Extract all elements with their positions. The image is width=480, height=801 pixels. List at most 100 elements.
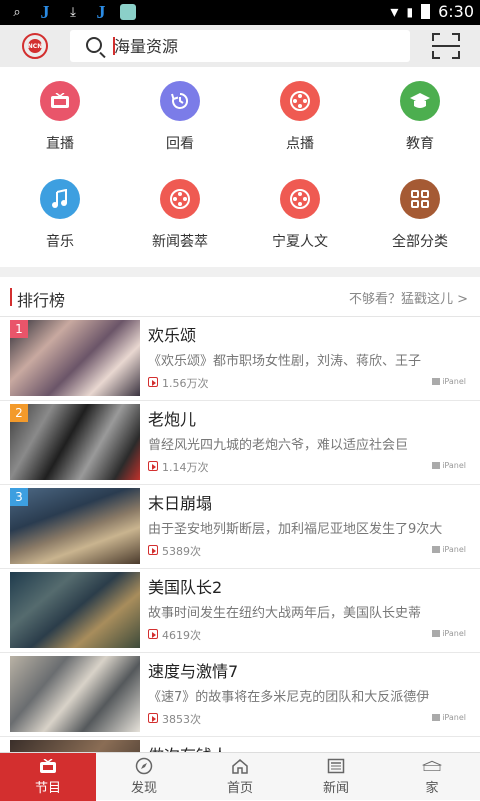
clock: 6:30 xyxy=(438,2,474,21)
scan-corner xyxy=(452,33,460,41)
scan-line xyxy=(432,45,460,47)
ipanel-icon xyxy=(432,378,441,385)
item-description: 《速7》的故事将在多米尼克的团队和大反派德伊 xyxy=(148,690,430,705)
list-item[interactable]: 速度与激情7 《速7》的故事将在多米尼克的团队和大反派德伊 3853次 iPan… xyxy=(0,653,480,737)
category-live[interactable]: 直播 xyxy=(0,81,120,153)
category-label: 音乐 xyxy=(46,234,74,250)
film-reel-icon xyxy=(280,81,320,121)
item-description: 故事时间发生在纽约大战两年后，美国队长史蒂 xyxy=(148,606,422,621)
grid-icon xyxy=(400,179,440,219)
more-link[interactable]: 不够看？猛戳这儿 > xyxy=(349,288,468,307)
poster-thumbnail: 2 xyxy=(10,404,140,480)
view-count: 3853次 xyxy=(162,713,201,726)
category-label: 点播 xyxy=(286,136,314,152)
rank-badge: 1 xyxy=(10,320,28,338)
tab-programs[interactable]: 节目 xyxy=(0,753,96,801)
play-count-icon xyxy=(148,377,158,387)
rank-badge: 2 xyxy=(10,404,28,422)
tab-label: 首页 xyxy=(226,781,253,796)
item-title: 做次有钱人 xyxy=(148,742,228,752)
section-divider xyxy=(0,267,480,277)
category-label: 宁夏人文 xyxy=(272,234,328,250)
ranking-header: 排行榜 不够看？猛戳这儿 > xyxy=(0,277,480,317)
search-icon: ⌕ xyxy=(13,4,21,20)
view-count: 1.14万次 xyxy=(162,461,209,474)
scan-qr-button[interactable] xyxy=(432,33,460,59)
search-icon xyxy=(86,37,102,53)
category-ningxia[interactable]: 宁夏人文 xyxy=(240,179,360,251)
logo-mark: NCN xyxy=(28,39,42,53)
source-label: iPanel xyxy=(442,545,466,554)
search-input[interactable] xyxy=(114,34,394,58)
source-tag: iPanel xyxy=(432,713,466,722)
source-label: iPanel xyxy=(442,461,466,470)
category-grid: 直播 回看 点播 教育 音乐 新闻荟萃 宁夏人文 全部分类 xyxy=(0,67,480,267)
category-label: 直播 xyxy=(46,136,74,152)
tv-icon xyxy=(40,81,80,121)
ipanel-icon xyxy=(432,714,441,721)
source-tag: iPanel xyxy=(432,461,466,470)
poster-thumbnail xyxy=(10,740,140,752)
film-reel-icon xyxy=(160,179,200,219)
rank-badge: 3 xyxy=(10,488,28,506)
poster-thumbnail: 3 xyxy=(10,488,140,564)
search-box[interactable] xyxy=(70,30,410,62)
category-vod[interactable]: 点播 xyxy=(240,81,360,153)
tab-label: 发现 xyxy=(130,781,157,796)
category-label: 回看 xyxy=(166,136,194,152)
item-title: 速度与激情7 xyxy=(148,662,239,681)
bottom-tab-bar: 节目 发现 首页 新闻 家 xyxy=(0,752,480,801)
poster-thumbnail: 1 xyxy=(10,320,140,396)
category-replay[interactable]: 回看 xyxy=(120,81,240,153)
play-count-icon xyxy=(148,713,158,723)
item-title: 美国队长2 xyxy=(148,578,223,597)
tv-icon xyxy=(38,758,58,774)
tab-family[interactable]: 家 xyxy=(384,753,480,801)
ncn-logo[interactable]: NCN xyxy=(22,33,48,59)
replay-icon xyxy=(160,81,200,121)
poster-thumbnail xyxy=(10,656,140,732)
ranking-title: 排行榜 xyxy=(17,291,66,310)
section-accent-bar xyxy=(10,288,12,306)
category-education[interactable]: 教育 xyxy=(360,81,480,153)
category-label: 全部分类 xyxy=(392,234,448,250)
play-count-icon xyxy=(148,629,158,639)
category-label: 新闻荟萃 xyxy=(152,234,208,250)
graduation-cap-icon xyxy=(400,81,440,121)
wifi-icon: ▾ xyxy=(390,2,399,21)
tab-label: 新闻 xyxy=(322,781,349,796)
app-j-icon: J xyxy=(96,1,106,22)
item-title: 欢乐颂 xyxy=(148,326,197,345)
play-count-icon xyxy=(148,545,158,555)
film-reel-icon xyxy=(280,179,320,219)
news-icon xyxy=(326,758,346,774)
item-title: 末日崩塌 xyxy=(148,494,213,513)
list-item[interactable]: 美国队长2 故事时间发生在纽约大战两年后，美国队长史蒂 4619次 iPanel xyxy=(0,569,480,653)
item-description: 《欢乐颂》都市职场女性剧，刘涛、蒋欣、王子 xyxy=(148,354,422,369)
ipanel-icon xyxy=(432,546,441,553)
tab-news[interactable]: 新闻 xyxy=(288,753,384,801)
view-count: 4619次 xyxy=(162,629,201,642)
music-note-icon xyxy=(40,179,80,219)
source-label: iPanel xyxy=(442,629,466,638)
source-label: iPanel xyxy=(442,377,466,386)
home-icon xyxy=(230,758,250,774)
tab-label: 家 xyxy=(425,781,439,796)
item-title: 老炮儿 xyxy=(148,410,197,429)
item-description: 曾经风光四九城的老炮六爷，难以适应社会巨 xyxy=(148,438,409,453)
header: NCN xyxy=(0,25,480,67)
source-label: iPanel xyxy=(442,713,466,722)
app-icon xyxy=(120,4,136,20)
list-item[interactable]: 1 欢乐颂 《欢乐颂》都市职场女性剧，刘涛、蒋欣、王子 1.56万次 iPane… xyxy=(0,317,480,401)
compass-icon xyxy=(134,757,154,775)
category-all[interactable]: 全部分类 xyxy=(360,179,480,251)
tab-discover[interactable]: 发现 xyxy=(96,753,192,801)
category-news[interactable]: 新闻荟萃 xyxy=(120,179,240,251)
list-item[interactable]: 做次有钱人 xyxy=(0,737,480,752)
list-item[interactable]: 3 末日崩塌 由于圣安地列斯断层，加利福尼亚地区发生了9次大 5389次 iPa… xyxy=(0,485,480,569)
category-music[interactable]: 音乐 xyxy=(0,179,120,251)
play-count-icon xyxy=(148,461,158,471)
category-label: 教育 xyxy=(406,136,434,152)
tab-home[interactable]: 首页 xyxy=(192,753,288,801)
list-item[interactable]: 2 老炮儿 曾经风光四九城的老炮六爷，难以适应社会巨 1.14万次 iPanel xyxy=(0,401,480,485)
